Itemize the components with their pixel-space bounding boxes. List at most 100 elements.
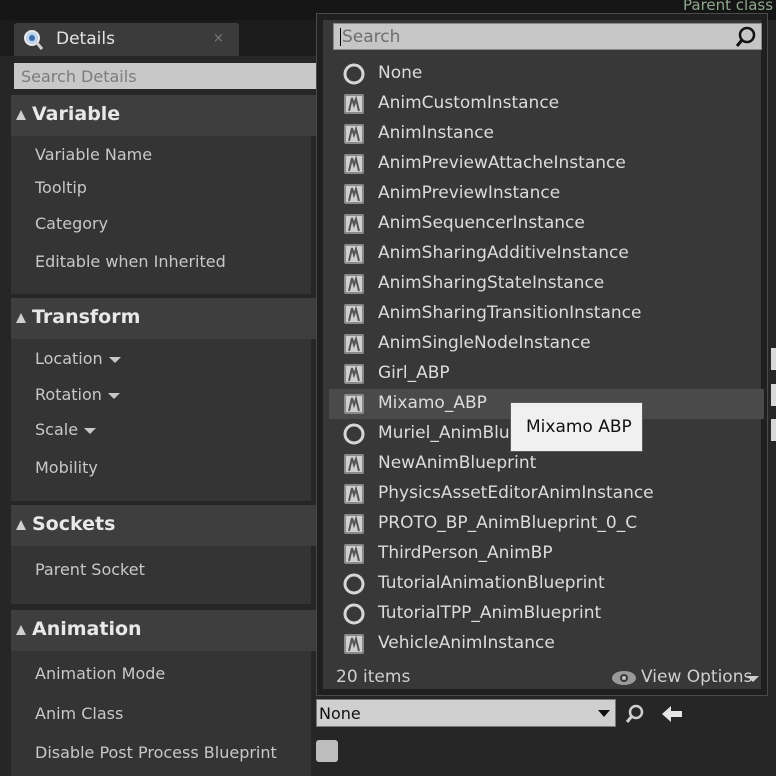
category-transform[interactable]: Transform [11,298,316,339]
class-picker-popup: Search None AnimCustomInstance AnimInstanc… [316,13,768,696]
class-list-item[interactable]: TutorialTPP_AnimBlueprint [329,599,764,629]
prop-variable-name: Variable Name [35,145,153,164]
class-list-item[interactable]: AnimSharingAdditiveInstance [329,239,764,269]
anim-blueprint-icon [344,154,364,174]
use-selected-arrow-icon[interactable] [660,703,684,725]
value-field-stub[interactable] [771,348,776,370]
class-list-item-label: AnimSharingTransitionInstance [378,303,642,323]
class-list-item-label: Girl_ABP [378,363,450,383]
class-search-placeholder: Search [342,27,401,47]
class-list-item-label: AnimCustomInstance [378,93,560,113]
prop-rotation[interactable]: Rotation [35,385,120,404]
class-list-item[interactable]: TutorialAnimationBlueprint [329,569,764,599]
class-list-item[interactable]: PhysicsAssetEditorAnimInstance [329,479,764,509]
class-list-item[interactable]: None [329,59,764,89]
anim-blueprint-icon [344,394,364,414]
prop-rotation-label: Rotation [35,385,102,404]
category-label: Variable [32,103,121,125]
search-details-input[interactable]: Search Details [14,63,316,89]
class-list-item[interactable]: VehicleAnimInstance [329,629,764,659]
category-animation[interactable]: Animation [11,610,316,651]
prop-location-label: Location [35,349,103,368]
class-list-item[interactable]: ThirdPerson_AnimBP [329,539,764,569]
class-list-item[interactable]: Girl_ABP [329,359,764,389]
browse-search-icon[interactable] [624,703,646,725]
class-list-item-label: PROTO_BP_AnimBlueprint_0_C [378,513,638,533]
parent-class-label: Parent class [683,0,774,14]
circle-icon [343,573,365,595]
collapse-triangle-icon [16,313,26,323]
anim-blueprint-icon [344,364,364,384]
value-field-stub[interactable] [771,419,776,441]
class-list-item-label: AnimSingleNodeInstance [378,333,591,353]
class-picker-body: Search None AnimCustomInstance AnimInstanc… [323,20,764,689]
class-list-item[interactable]: AnimCustomInstance [329,89,764,119]
text-cursor [340,28,341,46]
item-tooltip: Mixamo ABP [510,402,643,452]
disable-post-process-checkbox[interactable] [316,740,338,762]
circle-icon [343,603,365,625]
class-list-item[interactable]: AnimSequencerInstance [329,209,764,239]
prop-disable-post-process-blueprint: Disable Post Process Blueprint [35,743,277,762]
class-list-item-label: Mixamo_ABP [378,393,487,413]
anim-blueprint-icon [344,184,364,204]
anim-class-combo[interactable]: None [316,699,616,727]
prop-scale-label: Scale [35,420,79,439]
close-tab-icon[interactable]: × [213,31,224,46]
chevron-down-icon[interactable] [108,356,121,363]
value-field-stub[interactable] [771,384,776,406]
anim-class-value: None [319,704,361,723]
prop-anim-class: Anim Class [35,704,124,723]
items-count: 20 items [336,667,411,687]
details-tab-label: Details [56,29,115,49]
prop-animation-mode: Animation Mode [35,664,166,683]
anim-blueprint-icon [344,454,364,474]
chevron-down-icon[interactable] [747,676,759,682]
class-list-item-label: AnimPreviewAttacheInstance [378,153,626,173]
anim-blueprint-icon [344,94,364,114]
class-list-item[interactable]: AnimSharingTransitionInstance [329,299,764,329]
class-list-item-label: TutorialAnimationBlueprint [378,573,605,593]
class-list-item-label: AnimSharingAdditiveInstance [378,243,629,263]
anim-blueprint-icon [344,124,364,144]
class-list-item[interactable]: AnimInstance [329,119,764,149]
prop-scale[interactable]: Scale [35,420,97,439]
prop-category: Category [35,214,109,233]
class-list-item-label: NewAnimBlueprint [378,453,537,473]
anim-blueprint-icon [344,634,364,654]
details-magnifier-icon [24,30,44,50]
anim-blueprint-icon [344,304,364,324]
view-options-button[interactable]: View Options [641,667,752,687]
details-tab[interactable]: Details × [14,23,239,56]
class-list-item[interactable]: AnimPreviewAttacheInstance [329,149,764,179]
class-list-item[interactable]: NewAnimBlueprint [329,449,764,479]
anim-blueprint-icon [344,244,364,264]
anim-blueprint-icon [344,484,364,504]
search-icon[interactable] [735,26,757,48]
chevron-down-icon[interactable] [598,710,610,717]
anim-blueprint-icon [344,214,364,234]
anim-blueprint-icon [344,514,364,534]
class-list-item-label: AnimSequencerInstance [378,213,585,233]
eye-icon[interactable] [611,670,637,686]
prop-parent-socket: Parent Socket [35,560,145,579]
chevron-down-icon[interactable] [107,392,120,399]
class-list-item-label: None [378,63,423,83]
class-list-item-label: AnimInstance [378,123,494,143]
class-list-item-label: AnimSharingStateInstance [378,273,605,293]
class-list-item[interactable]: AnimSingleNodeInstance [329,329,764,359]
class-list-item-label: ThirdPerson_AnimBP [378,543,553,563]
anim-blueprint-icon [344,274,364,294]
class-list-item[interactable]: PROTO_BP_AnimBlueprint_0_C [329,509,764,539]
category-variable[interactable]: Variable [11,95,316,136]
class-list-item[interactable]: AnimPreviewInstance [329,179,764,209]
category-sockets[interactable]: Sockets [11,505,316,546]
category-label: Transform [32,306,141,328]
chevron-down-icon[interactable] [84,427,97,434]
prop-location[interactable]: Location [35,349,121,368]
prop-editable-when-inherited: Editable when Inherited [35,252,226,271]
collapse-triangle-icon [16,520,26,530]
class-list-item[interactable]: AnimSharingStateInstance [329,269,764,299]
class-search-input[interactable]: Search [333,23,762,50]
anim-blueprint-icon [344,544,364,564]
